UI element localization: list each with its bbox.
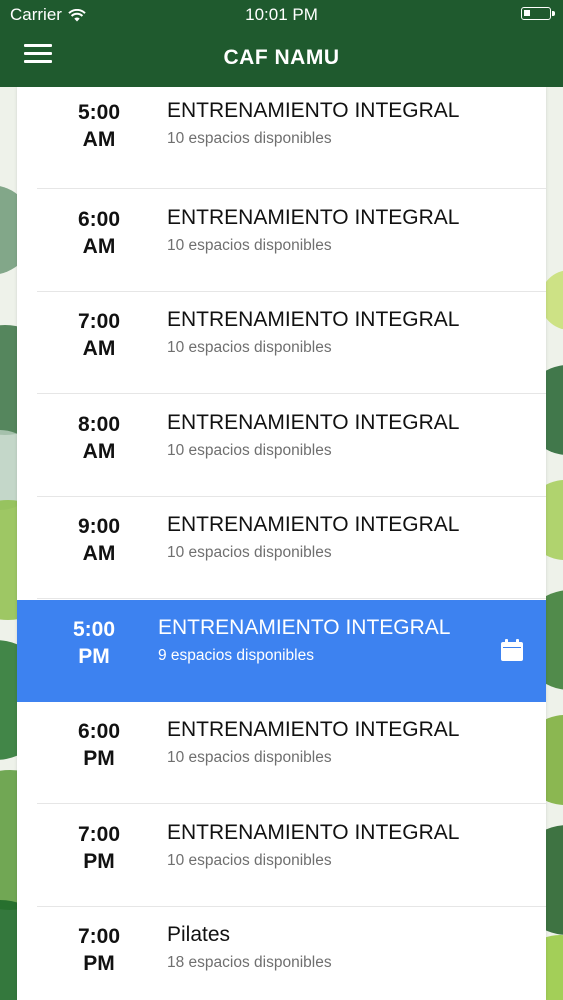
nav-bar: CAF NAMU	[0, 30, 563, 87]
class-availability: 10 espacios disponibles	[167, 749, 332, 766]
class-name: ENTRENAMIENTO INTEGRAL	[167, 205, 460, 229]
calendar-icon[interactable]	[500, 638, 524, 662]
class-row[interactable]: 6:00 PM ENTRENAMIENTO INTEGRAL 10 espacios …	[17, 702, 546, 804]
page-title: CAF NAMU	[223, 46, 340, 69]
class-time: 7:00 AM	[59, 308, 139, 362]
class-period: AM	[82, 542, 116, 565]
class-row[interactable]: 5:00 AM ENTRENAMIENTO INTEGRAL 10 espacios …	[17, 87, 546, 189]
class-time: 6:00 PM	[59, 718, 139, 772]
class-row[interactable]: 8:00 AM ENTRENAMIENTO INTEGRAL 10 espacios …	[17, 394, 546, 497]
class-name: ENTRENAMIENTO INTEGRAL	[167, 99, 460, 122]
status-bar: Carrier 10:01 PM	[0, 0, 563, 30]
class-hour: 7:00	[77, 822, 121, 846]
class-availability: 10 espacios disponibles	[167, 441, 332, 459]
class-period: AM	[82, 234, 116, 258]
class-time: 9:00 AM	[59, 513, 139, 567]
class-period: AM	[82, 439, 116, 463]
class-name: Pilates	[167, 923, 231, 946]
class-hour: 6:00	[77, 720, 121, 743]
class-time: 8:00 AM	[59, 411, 139, 465]
class-availability: 18 espacios disponibles	[167, 954, 332, 971]
class-time: 7:00 PM	[59, 821, 139, 875]
class-period: PM	[83, 952, 115, 975]
class-period: AM	[82, 128, 116, 151]
class-availability: 10 espacios disponibles	[167, 130, 332, 147]
class-row[interactable]: 9:00 AM ENTRENAMIENTO INTEGRAL 10 espacios …	[17, 497, 546, 599]
class-availability: 10 espacios disponibles	[167, 544, 332, 561]
class-name: ENTRENAMIENTO INTEGRAL	[167, 308, 460, 331]
class-hour: 5:00	[77, 101, 121, 124]
class-time: 5:00 PM	[54, 616, 134, 670]
class-period: AM	[82, 337, 116, 360]
class-hour: 8:00	[77, 412, 121, 436]
class-row[interactable]: 7:00 PM ENTRENAMIENTO INTEGRAL 10 espacios …	[17, 804, 546, 907]
class-hour: 6:00	[77, 207, 121, 231]
class-period: PM	[83, 747, 115, 770]
class-period: PM	[78, 644, 110, 668]
class-name: ENTRENAMIENTO INTEGRAL	[167, 513, 460, 536]
class-name: ENTRENAMIENTO INTEGRAL	[167, 820, 460, 844]
class-schedule-list[interactable]: 5:00 AM ENTRENAMIENTO INTEGRAL 10 espacios …	[17, 87, 546, 1000]
class-hour: 9:00	[77, 515, 121, 538]
class-availability: 10 espacios disponibles	[167, 851, 332, 869]
class-hour: 7:00	[77, 925, 121, 948]
class-period: PM	[83, 849, 115, 873]
class-availability: 10 espacios disponibles	[167, 339, 332, 356]
status-time: 10:01 PM	[245, 5, 318, 24]
class-hour: 5:00	[72, 617, 116, 641]
class-time: 6:00 AM	[59, 206, 139, 260]
class-name: ENTRENAMIENTO INTEGRAL	[158, 615, 451, 639]
class-name: ENTRENAMIENTO INTEGRAL	[167, 718, 460, 741]
class-row-selected[interactable]: 5:00 PM ENTRENAMIENTO INTEGRAL 9 espacios d…	[17, 599, 546, 702]
class-availability: 9 espacios disponibles	[158, 646, 314, 664]
class-availability: 10 espacios disponibles	[167, 236, 332, 254]
battery-icon	[521, 7, 555, 20]
class-time: 7:00 PM	[59, 923, 139, 977]
class-row[interactable]: 6:00 AM ENTRENAMIENTO INTEGRAL 10 espacios …	[17, 189, 546, 292]
class-hour: 7:00	[77, 310, 121, 333]
class-row[interactable]: 7:00 PM Pilates 18 espacios disponibles	[17, 907, 546, 1000]
class-row[interactable]: 7:00 AM ENTRENAMIENTO INTEGRAL 10 espacios …	[17, 292, 546, 394]
class-time: 5:00 AM	[59, 99, 139, 153]
class-name: ENTRENAMIENTO INTEGRAL	[167, 410, 460, 434]
